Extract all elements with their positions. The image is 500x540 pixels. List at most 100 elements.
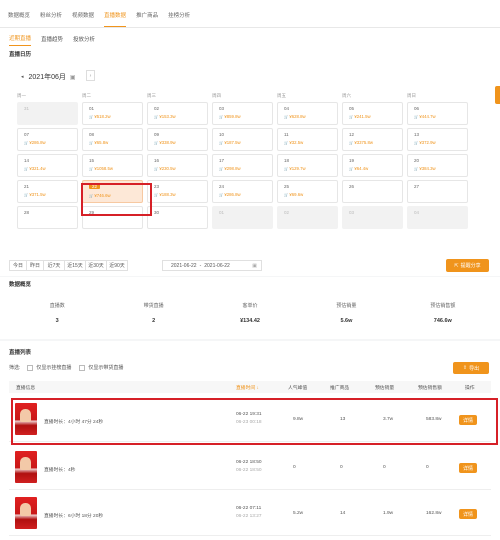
- calendar-day[interactable]: 13 🛒 ¥372.9w: [407, 128, 468, 151]
- calendar-day[interactable]: 19 🛒 ¥64.4w: [342, 154, 403, 177]
- day-revenue: 🛒 ¥32.5w: [284, 140, 337, 145]
- date-chip[interactable]: 近15天: [64, 260, 86, 271]
- date-range-picker[interactable]: 2021-06-22 - 2021-06-22 ▣: [162, 260, 262, 271]
- calendar-day[interactable]: 07 🛒 ¥286.8w: [17, 128, 78, 151]
- subtab-recent[interactable]: 近期直播: [9, 34, 32, 46]
- day-number: 03: [349, 210, 355, 215]
- detail-button[interactable]: 详情: [459, 509, 477, 519]
- date-to: 2021-06-22: [204, 262, 230, 269]
- start-time: 06-22 07:11: [236, 506, 262, 511]
- export-button[interactable]: ⇧ 导出: [453, 362, 489, 374]
- calendar-day[interactable]: 03 🛒 ¥859.8w: [212, 102, 273, 125]
- day-revenue-value: ¥129.7w: [289, 166, 306, 171]
- calendar-day: 03: [342, 206, 403, 229]
- weekday-label: 周五: [277, 93, 286, 98]
- calendar-day[interactable]: 24 🛒 ¥286.8w: [212, 180, 273, 203]
- peak-value: 0: [293, 465, 296, 470]
- calendar-day[interactable]: 21 🛒 ¥371.5w: [17, 180, 78, 203]
- date-chip[interactable]: 近30天: [85, 260, 107, 271]
- overview-value: 3: [55, 318, 59, 324]
- date-chip[interactable]: 近7天: [43, 260, 65, 271]
- day-revenue: 🛒 ¥384.3w: [414, 166, 467, 171]
- day-revenue-value: ¥32.5w: [289, 140, 304, 145]
- day-number: 10: [219, 132, 225, 137]
- table-row[interactable]: 直播时长：6小时 18分 20秒 06-22 07:11 06-22 13:27 5.…: [9, 492, 491, 536]
- calendar-day[interactable]: 09 🛒 ¥338.9w: [147, 128, 208, 151]
- day-number: 02: [154, 106, 160, 111]
- calendar-day[interactable]: 11 🛒 ¥32.5w: [277, 128, 338, 151]
- calendar-day[interactable]: 06 🛒 ¥444.7w: [407, 102, 468, 125]
- calendar-day[interactable]: 08 🛒 ¥65.8w: [82, 128, 143, 151]
- table-row[interactable]: 直播时长：4秒 06-22 18:50 06-22 18:50 0 0 0 0 详情: [9, 446, 491, 490]
- date-chip[interactable]: 今日: [9, 260, 27, 271]
- tab-overview[interactable]: 数据概览: [8, 11, 30, 27]
- calendar-icon[interactable]: ▣: [70, 74, 76, 81]
- day-revenue-value: ¥372.9w: [419, 140, 436, 145]
- day-number: 01: [219, 210, 225, 215]
- calendar-day[interactable]: 01 🛒 ¥518.2w: [82, 102, 143, 125]
- next-month-icon[interactable]: ›: [86, 70, 95, 81]
- side-float-tab[interactable]: [495, 86, 500, 104]
- live-thumbnail[interactable]: [15, 451, 37, 483]
- prev-month-icon[interactable]: ◂: [21, 74, 24, 80]
- subtab-ads[interactable]: 投放分析: [73, 35, 95, 46]
- calendar-day[interactable]: 14 🛒 ¥321.4w: [17, 154, 78, 177]
- calendar-day: 31: [17, 102, 78, 125]
- calendar-day[interactable]: 30: [147, 206, 208, 229]
- goods-count: 14: [340, 511, 346, 516]
- calendar-day[interactable]: 23 🛒 ¥188.3w: [147, 180, 208, 203]
- table-header: 直播信息 直播时间 ↓ 人气峰值 推广商品 预估销量 预估销售额 操作: [9, 381, 491, 393]
- overview-title: 数据概览: [9, 282, 32, 288]
- day-revenue-value: ¥628.8w: [289, 114, 306, 119]
- live-thumbnail[interactable]: [15, 497, 37, 529]
- date-chip[interactable]: 昨日: [26, 260, 44, 271]
- day-revenue: 🛒 ¥188.3w: [154, 192, 207, 197]
- calendar-day[interactable]: 17 🛒 ¥298.8w: [212, 154, 273, 177]
- col-action: 操作: [465, 385, 475, 391]
- weekday-label: 周一: [17, 93, 26, 98]
- calendar-week: 31 01 🛒 ¥518.2w 02 🛒 ¥153.3w 03 🛒 ¥859.8w 04 🛒 ¥…: [17, 102, 473, 125]
- day-revenue: 🛒 ¥187.5w: [219, 140, 272, 145]
- calendar-month: 2021年06月: [28, 74, 66, 81]
- detail-button[interactable]: 详情: [459, 463, 477, 473]
- day-number: 28: [24, 210, 30, 215]
- calendar-day[interactable]: 10 🛒 ¥187.5w: [212, 128, 273, 151]
- calendar-day[interactable]: 26: [342, 180, 403, 203]
- checkbox-goods[interactable]: [79, 364, 86, 371]
- calendar-day[interactable]: 16 🛒 ¥230.5w: [147, 154, 208, 177]
- calendar-day[interactable]: 20 🛒 ¥384.3w: [407, 154, 468, 177]
- calendar-day[interactable]: 27: [407, 180, 468, 203]
- calendar-day[interactable]: 25 🛒 ¥69.6w: [277, 180, 338, 203]
- day-revenue: 🛒 ¥372.9w: [414, 140, 467, 145]
- tab-rank[interactable]: 挂榜分析: [168, 11, 190, 27]
- calendar-day[interactable]: 04 🛒 ¥628.8w: [277, 102, 338, 125]
- share-label: 提醒分享: [460, 263, 481, 269]
- date-chip[interactable]: 近90天: [106, 260, 128, 271]
- tab-video[interactable]: 视频数据: [72, 11, 94, 27]
- tab-live[interactable]: 直播数据: [104, 11, 127, 27]
- tab-fans[interactable]: 粉丝分析: [40, 11, 62, 27]
- calendar-day[interactable]: 02 🛒 ¥153.3w: [147, 102, 208, 125]
- calendar-day[interactable]: 05 🛒 ¥241.5w: [342, 102, 403, 125]
- day-number: 08: [89, 132, 95, 137]
- day-number: 01: [89, 106, 95, 111]
- day-number: 03: [219, 106, 225, 111]
- tab-goods[interactable]: 推广商品: [136, 11, 158, 27]
- calendar-day[interactable]: 18 🛒 ¥129.7w: [277, 154, 338, 177]
- col-goods[interactable]: 推广商品: [330, 384, 349, 391]
- option-goods-label: 仅显示带货直播: [88, 365, 124, 371]
- calendar-day[interactable]: 28: [17, 206, 78, 229]
- col-sales[interactable]: 预估销量: [375, 384, 394, 391]
- calendar-day[interactable]: 15 🛒 ¥1058.5w: [82, 154, 143, 177]
- col-time[interactable]: 直播时间 ↓: [236, 384, 259, 391]
- overview-label: 直播数: [49, 303, 65, 309]
- calendar-day[interactable]: 12 🛒 ¥3375.8w: [342, 128, 403, 151]
- checkbox-rank[interactable]: [27, 364, 34, 371]
- day-number: 18: [284, 158, 290, 163]
- day-revenue-value: ¥153.3w: [159, 114, 176, 119]
- share-button[interactable]: ⇱ 提醒分享: [446, 259, 489, 272]
- subtab-trend[interactable]: 直播趋势: [41, 35, 63, 46]
- day-revenue-value: ¥188.3w: [159, 192, 176, 197]
- col-peak[interactable]: 人气峰值: [288, 384, 307, 391]
- col-revenue[interactable]: 预估销售额: [418, 384, 442, 391]
